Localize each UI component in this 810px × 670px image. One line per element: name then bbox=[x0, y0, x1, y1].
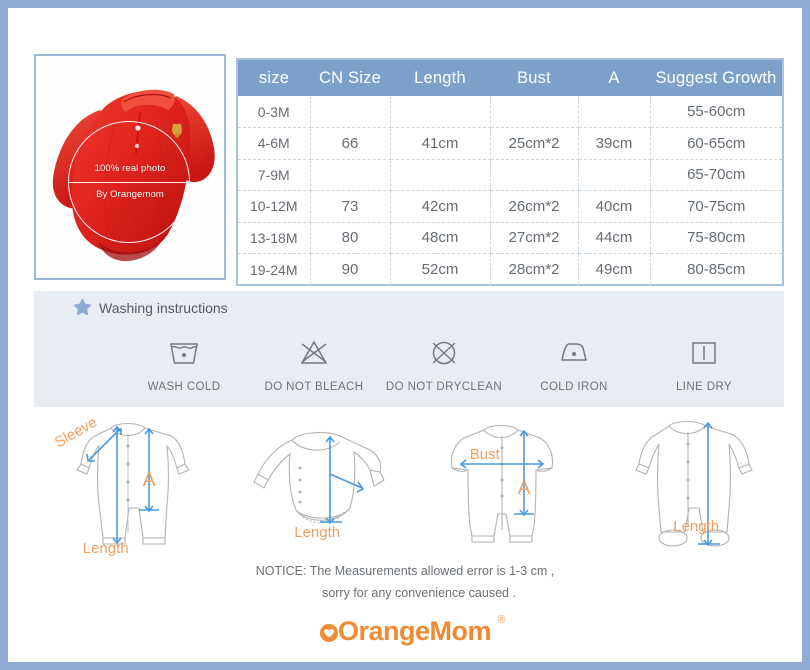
cold-iron-icon bbox=[514, 333, 634, 373]
notice-line2: sorry for any convenience caused . bbox=[322, 586, 516, 600]
table-cell: 13-18M bbox=[238, 222, 311, 254]
table-row: 19-24M 90 52cm 28cm*2 49cm 80-85cm bbox=[238, 253, 782, 285]
table-cell bbox=[310, 159, 391, 191]
table-cell: 10-12M bbox=[238, 190, 311, 223]
diagram3-label-a: A bbox=[517, 478, 531, 499]
wash-item-do-not-dryclean: DO NOT DRYCLEAN bbox=[384, 333, 504, 393]
table-cell: 80 bbox=[310, 222, 391, 254]
do-not-dryclean-label: DO NOT DRYCLEAN bbox=[385, 381, 503, 393]
table-row: 7-9M 65-70cm bbox=[238, 159, 782, 191]
registered-mark: ® bbox=[497, 614, 506, 626]
star-icon bbox=[74, 299, 91, 315]
table-cell: 0-3M bbox=[238, 96, 311, 128]
do-not-bleach-icon bbox=[254, 333, 374, 373]
table-cell: 40cm bbox=[578, 190, 651, 223]
table-cell: 65-70cm bbox=[650, 159, 782, 191]
table-row: 0-3M 55-60cm bbox=[238, 96, 782, 128]
watermark-line2: By Orangemom bbox=[96, 189, 164, 200]
table-cell: 26cm*2 bbox=[490, 190, 579, 223]
table-cell: 60-65cm bbox=[650, 127, 782, 160]
table-cell: 66 bbox=[310, 127, 391, 160]
washing-header: Washing instructions bbox=[74, 299, 228, 316]
do-not-dryclean-icon bbox=[384, 333, 504, 373]
heart-o-icon bbox=[319, 624, 338, 642]
diagram3-label-bust: Bust bbox=[469, 446, 500, 463]
table-cell: 42cm bbox=[390, 190, 491, 223]
table-cell: 25cm*2 bbox=[490, 127, 579, 160]
table-row: 4-6M 66 41cm 25cm*2 39cm 60-65cm bbox=[238, 127, 782, 160]
table-cell: 28cm*2 bbox=[490, 253, 579, 285]
table-cell: 41cm bbox=[390, 127, 491, 160]
diagram1-label-a: A bbox=[142, 470, 156, 491]
table-cell: 75-80cm bbox=[650, 222, 782, 254]
table-cell: 55-60cm bbox=[650, 96, 782, 128]
table-cell: 7-9M bbox=[238, 159, 311, 191]
table-cell: 52cm bbox=[390, 253, 491, 285]
notice-line1: NOTICE: The Measurements allowed error i… bbox=[255, 564, 555, 578]
col-header-bust: Bust bbox=[490, 60, 578, 96]
diagram4-label-length: Length bbox=[673, 518, 720, 535]
line-dry-label: LINE DRY bbox=[675, 381, 733, 393]
size-table: size CN Size Length Bust A Suggest Growt… bbox=[236, 58, 784, 286]
table-cell bbox=[490, 159, 579, 191]
table-cell bbox=[390, 159, 491, 191]
watermark-divider bbox=[69, 182, 191, 184]
table-cell: 49cm bbox=[578, 253, 651, 285]
watermark-circle: 100% real photo By Orangemom bbox=[68, 121, 191, 243]
table-cell: 39cm bbox=[578, 127, 651, 160]
line-dry-icon bbox=[644, 333, 764, 373]
diagram2-label-length: Length bbox=[294, 524, 341, 541]
footed-sleepsuit-svg bbox=[635, 420, 754, 547]
table-header-row: size CN Size Length Bust A Suggest Growt… bbox=[238, 60, 782, 96]
brand-logo: OrangeMom ® bbox=[8, 614, 802, 647]
wash-item-wash-cold: WASH COLD bbox=[124, 333, 244, 393]
col-header-length: Length bbox=[390, 60, 490, 96]
table-cell: 4-6M bbox=[238, 127, 311, 160]
diagram1-label-length: Length bbox=[82, 540, 129, 557]
brand-name: OrangeMom bbox=[337, 616, 492, 646]
cold-iron-label: COLD IRON bbox=[540, 381, 608, 393]
table-cell bbox=[578, 159, 651, 191]
table-cell: 70-75cm bbox=[650, 190, 782, 223]
size-chart-page: 100% real photo By Orangemom size CN Siz… bbox=[8, 8, 802, 662]
top-section: 100% real photo By Orangemom size CN Siz… bbox=[8, 8, 802, 286]
col-header-cn-size: CN Size bbox=[310, 60, 390, 96]
washing-instructions-panel: Washing instructions WASH COLD DO NOT BL… bbox=[34, 291, 784, 407]
washing-icon-list: WASH COLD DO NOT BLEACH DO NOT DRYCLEAN … bbox=[124, 333, 764, 393]
table-cell bbox=[578, 96, 651, 128]
diagram-long-sleeve-romper: Sleeve A Length bbox=[43, 412, 213, 560]
diagram-short-sleeve-romper: Bust A bbox=[418, 412, 588, 560]
table-cell: 27cm*2 bbox=[490, 222, 579, 254]
wash-item-do-not-bleach: DO NOT BLEACH bbox=[254, 333, 374, 393]
diagram-long-sleeve-bodysuit: Length bbox=[230, 412, 400, 560]
product-photo-panel: 100% real photo By Orangemom bbox=[34, 54, 226, 280]
table-cell: 48cm bbox=[390, 222, 491, 254]
table-body: 0-3M 55-60cm 4-6M 66 41cm 25cm*2 39cm 60-65cm 7-… bbox=[238, 96, 782, 285]
wash-cold-label: WASH COLD bbox=[147, 381, 221, 393]
measurement-diagrams: Sleeve A Length Length Bust A Length bbox=[34, 412, 784, 560]
wash-item-cold-iron: COLD IRON bbox=[514, 333, 634, 393]
table-cell bbox=[310, 96, 391, 128]
table-row: 10-12M 73 42cm 26cm*2 40cm 70-75cm bbox=[238, 190, 782, 223]
table-cell bbox=[390, 96, 491, 128]
diagram-footed-sleepsuit: Length bbox=[605, 412, 775, 560]
washing-title: Washing instructions bbox=[99, 299, 228, 316]
col-header-a: A bbox=[578, 60, 650, 96]
short-sleeve-romper-svg bbox=[450, 424, 553, 543]
table-row: 13-18M 80 48cm 27cm*2 44cm 75-80cm bbox=[238, 222, 782, 254]
wash-item-line-dry: LINE DRY bbox=[644, 333, 764, 393]
wash-cold-icon bbox=[124, 333, 244, 373]
table-cell bbox=[490, 96, 579, 128]
col-header-suggest-growth: Suggest Growth bbox=[650, 60, 782, 96]
table-cell: 90 bbox=[310, 253, 391, 285]
do-not-bleach-label: DO NOT BLEACH bbox=[264, 381, 364, 393]
table-cell: 73 bbox=[310, 190, 391, 223]
table-cell: 44cm bbox=[578, 222, 651, 254]
col-header-size: size bbox=[238, 60, 310, 96]
table-cell: 80-85cm bbox=[687, 261, 746, 278]
notice-block: NOTICE: The Measurements allowed error i… bbox=[8, 560, 802, 604]
table-cell: 19-24M bbox=[238, 253, 311, 285]
watermark-line1: 100% real photo bbox=[94, 163, 166, 174]
brand-logo-text: OrangeMom ® bbox=[319, 614, 505, 647]
